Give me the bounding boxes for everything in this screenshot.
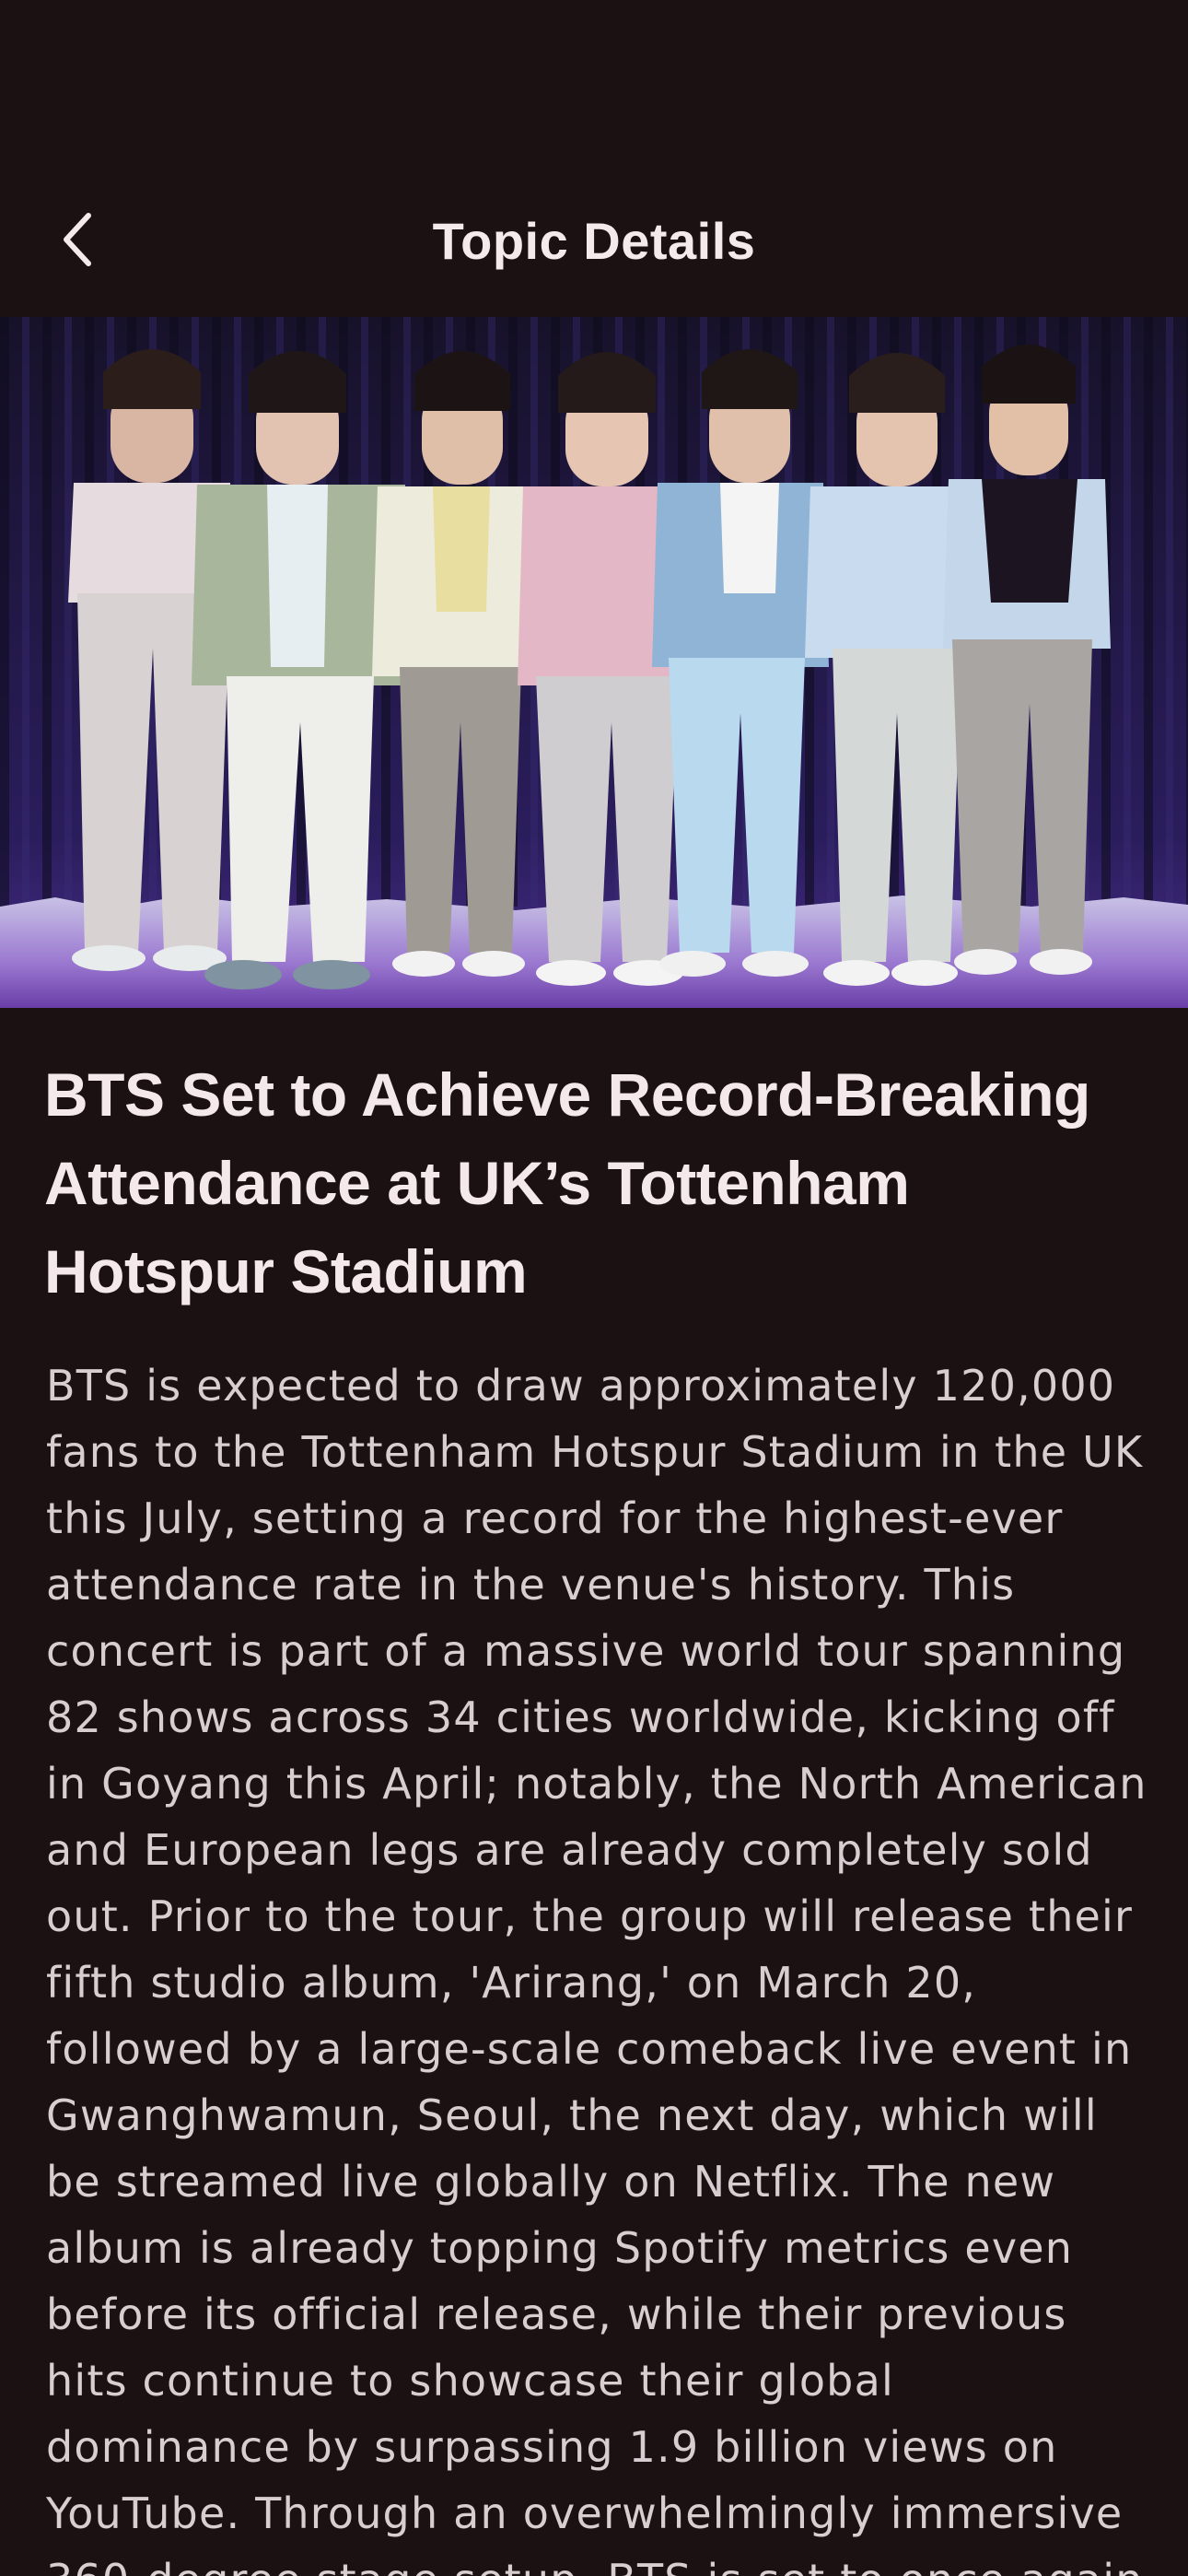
article-body: BTS is expected to draw approximately 12… <box>46 1361 1147 2576</box>
topic-details-screen: Topic Details BTS Set to Achieve Record-… <box>0 0 1188 2576</box>
chevron-left-icon <box>64 213 91 266</box>
navigation-bar: Topic Details <box>0 166 1188 317</box>
hero-image <box>0 317 1188 1008</box>
group-photo <box>0 317 1188 1008</box>
status-bar <box>0 0 1188 166</box>
article-headline: BTS Set to Achieve Record-Breaking Atten… <box>44 1060 1090 1306</box>
back-button[interactable] <box>41 199 114 280</box>
page-title: Topic Details <box>432 212 756 270</box>
